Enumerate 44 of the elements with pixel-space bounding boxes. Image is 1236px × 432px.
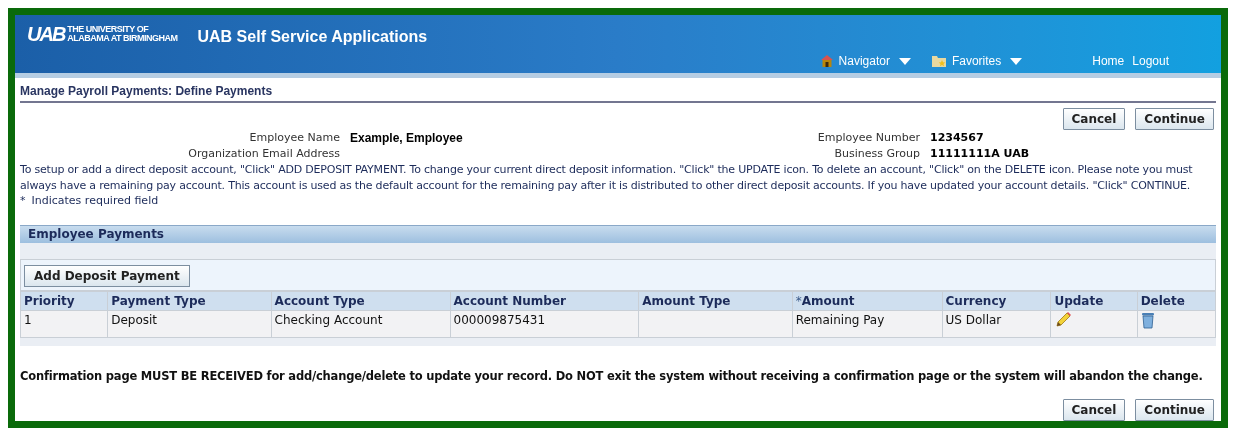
column-header: Account Type — [271, 291, 450, 311]
table-cell: Deposit — [111, 312, 158, 327]
caret-icon — [898, 57, 911, 65]
action-button[interactable]: Continue — [1135, 107, 1214, 130]
column-header: Priority — [20, 291, 108, 311]
app-title: UAB Self Service Applications — [197, 27, 428, 47]
column-header: Currency — [942, 291, 1051, 311]
column-header: Delete — [1137, 291, 1216, 311]
logo-text: ALABAMA AT BIRMINGHAM — [67, 34, 178, 43]
field-label: Organization Email Address — [187, 145, 340, 162]
menu-button[interactable]: Navigator — [819, 52, 911, 70]
required-note: Indicates required field — [31, 193, 159, 208]
field-label: Business Group — [833, 145, 920, 162]
section-header: Employee Payments — [20, 224, 1216, 243]
logo-mark: UAB — [27, 24, 65, 44]
action-button[interactable]: Continue — [1135, 399, 1214, 421]
column-header: Update — [1050, 291, 1138, 311]
pencil-icon[interactable] — [1054, 311, 1073, 330]
logo-text: THE UNIVERSITY OF — [67, 25, 150, 34]
page-title: Manage Payroll Payments: Define Payments — [20, 82, 274, 100]
house-icon — [819, 54, 834, 68]
column-header: Amount Type — [638, 291, 793, 311]
field-label: Employee Number — [816, 129, 920, 146]
confirmation-notice: Confirmation page MUST BE RECEIVED for add/change/delete to update your record. Do NOT exit the system without receiving a confirmation page or the system will abandon the change. — [20, 367, 1204, 385]
required-mark: * — [20, 193, 26, 208]
field-label: Employee Name — [248, 129, 340, 146]
add-deposit-button[interactable]: Add Deposit Payment — [24, 264, 190, 287]
column-header: Payment Type — [107, 291, 272, 311]
table-cell: Checking Account — [274, 312, 383, 327]
column-header: Account Number — [450, 291, 639, 311]
field-value: 1234567 — [930, 129, 984, 146]
table-cell: Remaining Pay — [795, 312, 885, 327]
caret-icon — [1010, 57, 1023, 65]
field-value: Example, Employee — [350, 129, 463, 146]
trash-icon[interactable] — [1140, 311, 1155, 330]
column-header: *Amount — [792, 291, 943, 311]
table-cell: 000009875431 — [453, 312, 546, 327]
table-cell: 1 — [24, 312, 32, 327]
table-cell: US Dollar — [945, 312, 1002, 327]
instructions-text: To setup or add a direct deposit account, "Click" ADD DEPOSIT PAYMENT. To change your current direct deposit information. "Click" the UPDATE icon. To delete an account, "Click" on the DELETE icon. Please note you must always have a remaining pay account. This account is used as the default account for the remaining pay after it is distributed to other direct deposit accounts. If you have updated your account details. "Click" CONTINUE. — [20, 161, 1194, 194]
action-button[interactable]: Cancel — [1062, 107, 1126, 130]
action-button[interactable]: Cancel — [1062, 399, 1126, 421]
field-value: 11111111A UAB — [930, 145, 1030, 162]
folder-star-icon — [930, 54, 947, 68]
